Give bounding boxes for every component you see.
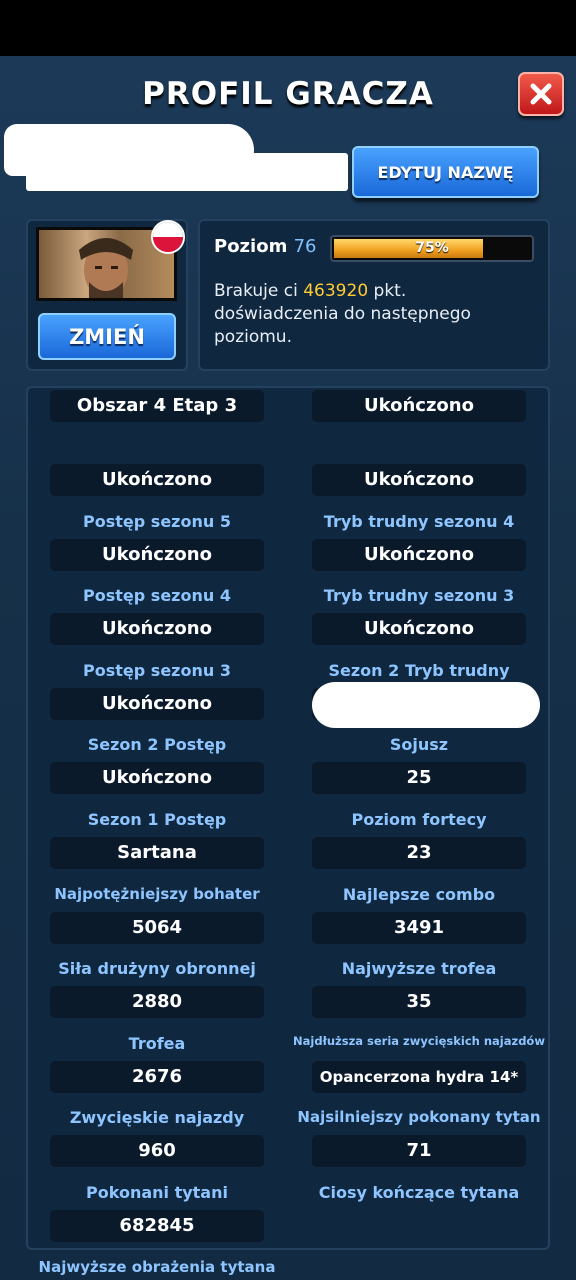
stat-value: Ukończono xyxy=(312,464,526,496)
stat-value: 23 xyxy=(312,837,526,869)
redaction-mark xyxy=(312,682,540,728)
close-x-icon xyxy=(530,83,552,105)
edit-name-button[interactable]: EDYTUJ NAZWĘ xyxy=(352,146,539,198)
stat-label: Najwyższe obrażenia tytana xyxy=(38,1257,276,1276)
stat-label: Sezon 2 Tryb trudny xyxy=(328,660,510,680)
stat-label: Zwycięskie najazdy xyxy=(69,1108,245,1128)
level-value: 76 xyxy=(293,236,317,257)
stat-value: 5064 xyxy=(50,911,264,944)
stat-label: Najdłuższa seria zwycięskich najazdów xyxy=(293,1033,545,1048)
stat-value: 960 xyxy=(50,1135,264,1168)
stat-value: Ukończono xyxy=(50,613,264,646)
stat-value: 25 xyxy=(312,762,526,795)
stat-value: 682845 xyxy=(50,1210,264,1242)
stat-value: 71 xyxy=(312,1135,526,1168)
stat-label: Postęp sezonu 5 xyxy=(83,511,231,531)
stat-label: Poziom fortecy xyxy=(351,810,487,829)
stat-label: Najsilniejszy pokonany tytan xyxy=(297,1108,541,1127)
stat-label: Najlepsze combo xyxy=(342,884,496,904)
stat-value: Ukończono xyxy=(50,538,264,571)
stat-label: Sojusz xyxy=(389,735,449,755)
xp-info-before: Brakuje ci xyxy=(214,281,298,301)
stat-value: Sartana xyxy=(50,837,264,869)
stat-value: Ukończono xyxy=(312,538,526,571)
change-avatar-button[interactable]: ZMIEŃ xyxy=(38,313,176,360)
level-label: Poziom 76 xyxy=(214,236,317,257)
xp-info-text: Brakuje ci 463920 pkt. doświadczenia do … xyxy=(214,280,534,349)
level-label-text: Poziom xyxy=(214,236,288,257)
stat-value: Obszar 4 Etap 3 xyxy=(50,390,264,422)
stat-label: Najwyższe trofea xyxy=(341,959,497,979)
redaction-mark xyxy=(4,124,254,176)
stat-label: Sezon 1 Postęp xyxy=(87,810,227,829)
stat-label: Siła drużyny obronnej xyxy=(58,959,256,979)
stat-label: Trofea xyxy=(128,1033,186,1053)
xp-progress-bar: 75% xyxy=(330,235,534,262)
stat-value: Ukończono xyxy=(312,390,526,422)
stat-label: Ciosy kończące tytana xyxy=(318,1183,520,1202)
stat-label: Postęp sezonu 4 xyxy=(83,586,231,606)
xp-missing-value: 463920 xyxy=(303,281,369,301)
xp-progress-text: 75% xyxy=(415,240,449,256)
status-bar xyxy=(0,0,576,56)
stat-label: Tryb trudny sezonu 3 xyxy=(323,586,515,606)
stat-label: Postęp sezonu 3 xyxy=(83,660,231,680)
stat-label: Najpotężniejszy bohater xyxy=(54,884,260,903)
page-title: PROFIL GRACZA xyxy=(142,76,434,112)
stat-value: 2880 xyxy=(50,986,264,1019)
stat-label: Pokonani tytani xyxy=(86,1183,228,1202)
poland-flag-icon xyxy=(151,220,185,254)
stat-value: Opancerzona hydra 14* xyxy=(312,1060,526,1093)
stat-label: Tryb trudny sezonu 4 xyxy=(323,511,515,531)
stat-value: Ukończono xyxy=(50,762,264,795)
stat-value: 2676 xyxy=(50,1060,264,1093)
close-button[interactable] xyxy=(518,72,564,116)
stat-label: Sezon 2 Postęp xyxy=(87,735,227,755)
stat-value: Ukończono xyxy=(50,687,264,720)
stat-value: 35 xyxy=(312,986,526,1019)
stat-value: Ukończono xyxy=(50,464,264,496)
stat-value: 3491 xyxy=(312,911,526,944)
stat-value: Ukończono xyxy=(312,613,526,646)
